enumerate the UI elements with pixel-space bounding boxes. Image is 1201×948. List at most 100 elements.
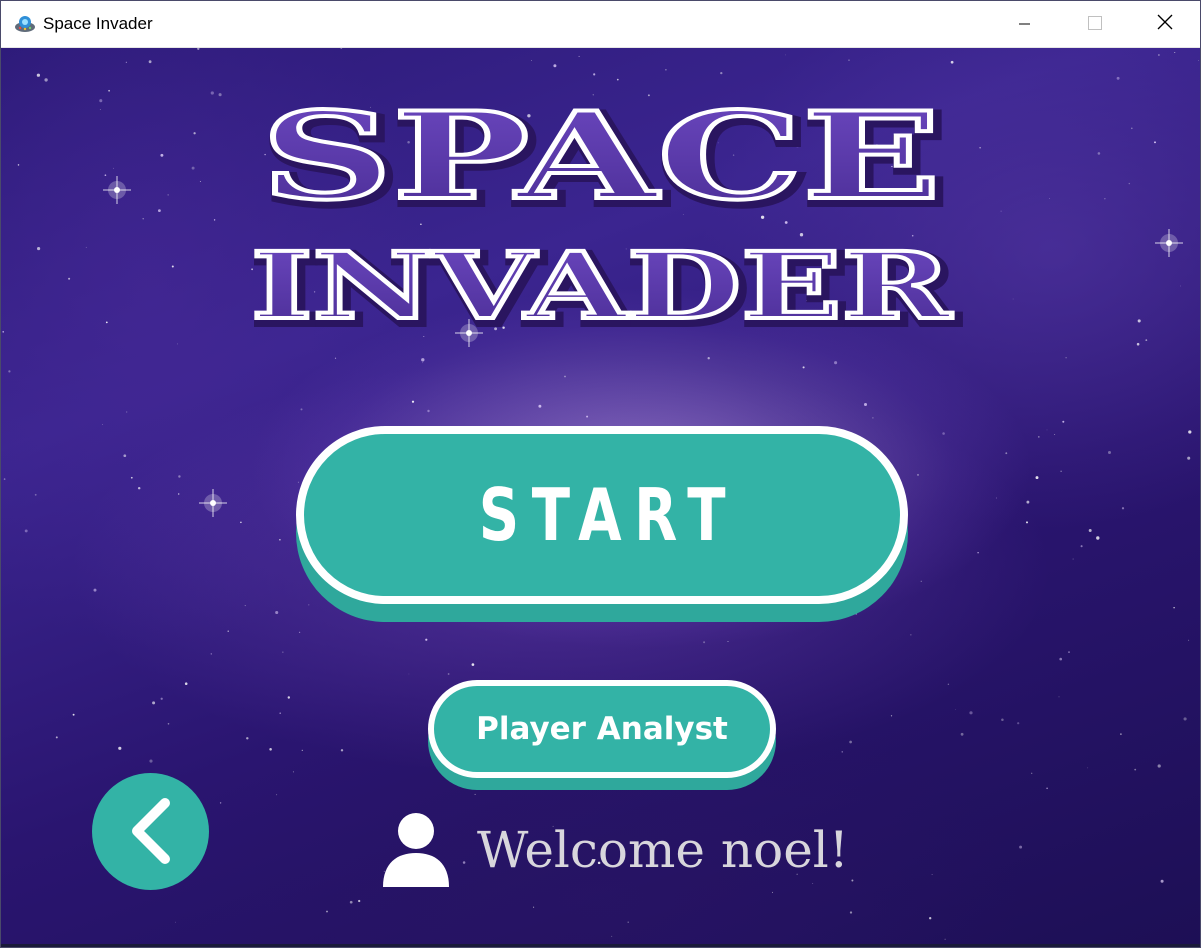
start-button[interactable]: START (296, 426, 908, 604)
close-button[interactable] (1130, 1, 1200, 47)
star (1054, 434, 1056, 435)
star (149, 759, 153, 763)
star (944, 938, 946, 940)
minimize-button[interactable] (990, 1, 1060, 47)
star (1121, 507, 1125, 510)
star (176, 343, 178, 345)
maximize-button[interactable] (1060, 1, 1130, 47)
star (1059, 657, 1063, 661)
player-analyst-button[interactable]: Player Analyst (428, 680, 776, 778)
star (210, 653, 213, 655)
star (471, 663, 475, 666)
star (99, 108, 101, 111)
star (340, 48, 343, 49)
star (802, 366, 805, 369)
star (1174, 52, 1176, 54)
star (160, 153, 164, 157)
star (104, 174, 107, 177)
star (2, 331, 4, 333)
star (108, 89, 110, 92)
star (279, 539, 281, 541)
star (347, 603, 350, 606)
star (326, 910, 328, 913)
star (601, 616, 603, 618)
star (197, 48, 200, 50)
star (977, 551, 979, 554)
star (425, 638, 428, 641)
star (123, 454, 127, 458)
player-analyst-label: Player Analyst (476, 711, 728, 747)
star (297, 481, 299, 483)
star (1001, 718, 1004, 721)
star (158, 209, 161, 213)
star (137, 486, 141, 490)
star (1128, 182, 1131, 185)
star (627, 921, 629, 923)
star (349, 900, 353, 904)
star (1188, 430, 1192, 434)
star (1097, 152, 1101, 155)
star (920, 580, 922, 582)
sparkle-star (1155, 229, 1183, 257)
star (727, 641, 729, 643)
star (1131, 127, 1133, 130)
star (586, 415, 589, 418)
star (178, 475, 181, 478)
star (276, 794, 278, 796)
star (422, 362, 424, 364)
star (1137, 319, 1141, 323)
star (334, 357, 337, 359)
star (1046, 429, 1048, 431)
title-bar[interactable]: Space Invader (1, 1, 1200, 48)
star (34, 493, 37, 496)
star (287, 696, 290, 699)
star (358, 899, 361, 903)
star (178, 493, 180, 495)
star (785, 54, 787, 56)
star (1158, 54, 1160, 56)
back-button[interactable] (92, 773, 209, 890)
star (1187, 456, 1191, 460)
bottom-strip (1, 944, 1200, 947)
star (298, 631, 301, 633)
star (1087, 767, 1089, 769)
star (1188, 639, 1190, 641)
star (1116, 76, 1120, 80)
star (118, 746, 122, 750)
welcome-message: Welcome noel! (477, 821, 849, 879)
star (246, 737, 249, 740)
star (1031, 772, 1033, 774)
maximize-icon (1088, 15, 1102, 34)
star (44, 78, 48, 82)
star (1065, 357, 1067, 359)
star (275, 610, 279, 615)
star (72, 713, 75, 716)
user-icon (381, 811, 451, 887)
star (3, 478, 6, 480)
star (408, 673, 410, 675)
star (1136, 342, 1140, 346)
star (611, 935, 613, 937)
star (447, 673, 450, 675)
star (105, 321, 108, 324)
star (1025, 521, 1029, 524)
star (1157, 764, 1161, 768)
star (184, 682, 188, 685)
star (929, 917, 932, 920)
star (849, 911, 853, 914)
star (213, 219, 216, 221)
star (942, 432, 945, 435)
star (301, 749, 303, 752)
star (269, 748, 272, 751)
star (979, 147, 981, 149)
star (1049, 198, 1050, 199)
star (421, 358, 425, 362)
star (863, 402, 868, 407)
star (890, 715, 893, 717)
chevron-left-icon (121, 795, 181, 869)
star (1080, 545, 1083, 548)
alien-ufo-icon (14, 13, 36, 35)
star (175, 921, 177, 923)
star (1160, 879, 1164, 883)
star (533, 906, 535, 908)
